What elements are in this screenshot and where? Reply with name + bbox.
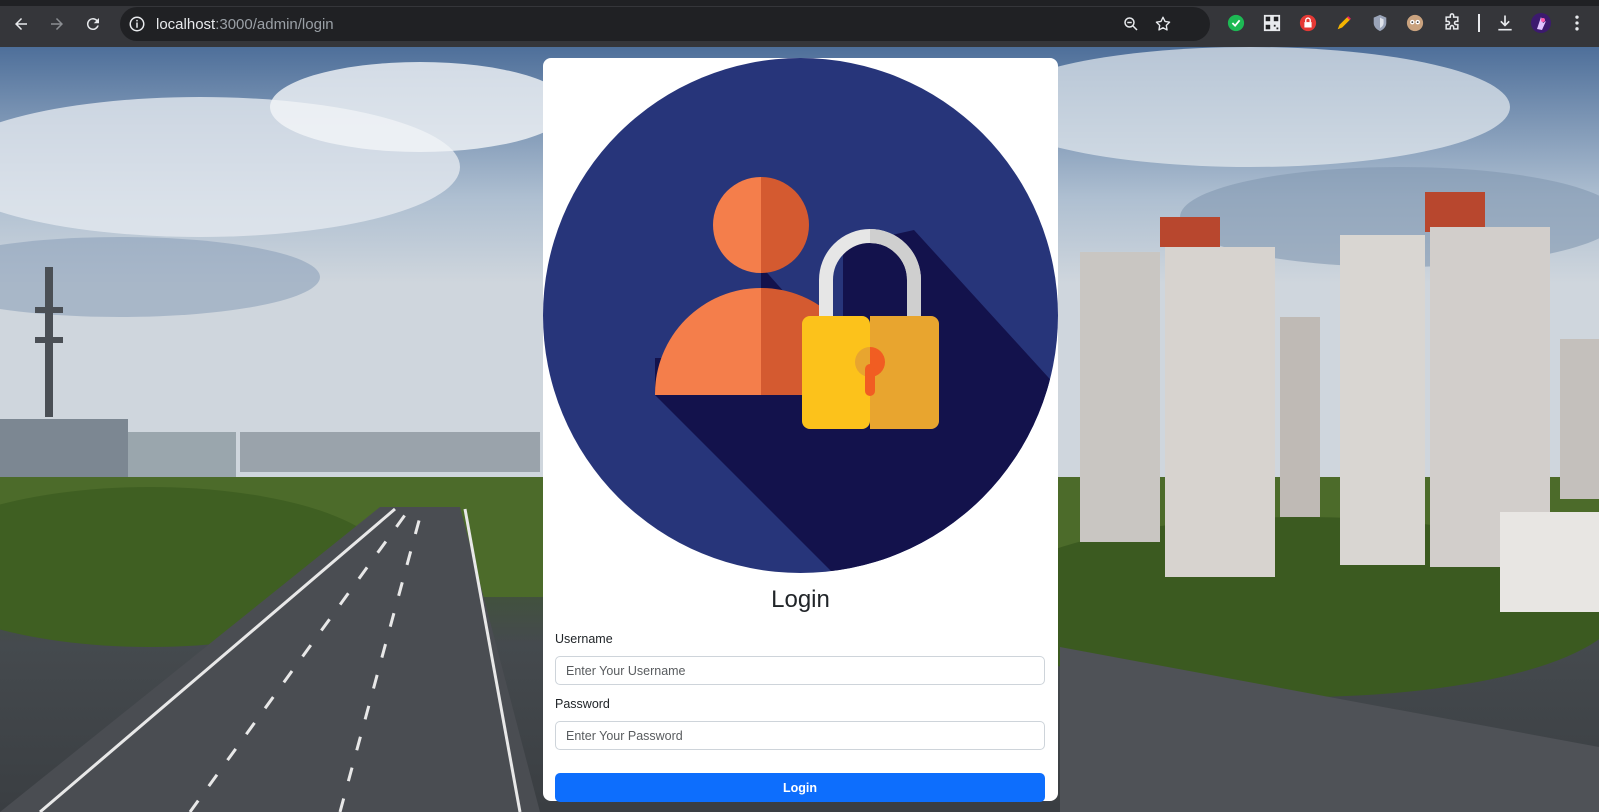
shield-extension-icon[interactable] xyxy=(1370,13,1390,33)
login-card: Login Username Password Login xyxy=(543,58,1058,802)
check-extension-icon[interactable] xyxy=(1226,13,1246,33)
face-extension-icon[interactable] xyxy=(1405,13,1425,33)
page-title: Login xyxy=(771,586,830,613)
password-label: Password xyxy=(555,697,610,711)
lock-extension-icon[interactable] xyxy=(1298,13,1318,33)
profile-avatar[interactable] xyxy=(1531,13,1551,33)
site-info-icon[interactable] xyxy=(128,15,146,33)
bookmark-star-icon[interactable] xyxy=(1154,15,1172,33)
url-text[interactable]: localhost:3000/admin/login xyxy=(156,16,334,33)
menu-kebab-icon[interactable] xyxy=(1567,13,1587,33)
username-label: Username xyxy=(555,632,613,646)
username-input[interactable] xyxy=(555,656,1045,685)
page-viewport: Login Username Password Login xyxy=(0,47,1599,812)
qr-extension-icon[interactable] xyxy=(1262,13,1282,33)
reload-icon[interactable] xyxy=(81,12,105,36)
tab-strip xyxy=(0,0,1599,6)
password-input[interactable] xyxy=(555,721,1045,750)
forward-arrow-icon[interactable] xyxy=(45,12,69,36)
toolbar-divider xyxy=(1478,14,1480,32)
pen-extension-icon[interactable] xyxy=(1334,13,1354,33)
login-button[interactable]: Login xyxy=(555,773,1045,802)
download-icon[interactable] xyxy=(1495,13,1515,33)
back-arrow-icon[interactable] xyxy=(9,12,33,36)
address-bar[interactable]: localhost:3000/admin/login xyxy=(120,7,1210,41)
browser-toolbar: localhost:3000/admin/login xyxy=(0,0,1599,47)
zoom-icon[interactable] xyxy=(1122,15,1140,33)
puzzle-icon[interactable] xyxy=(1442,13,1462,33)
user-lock-illustration xyxy=(543,58,1058,573)
